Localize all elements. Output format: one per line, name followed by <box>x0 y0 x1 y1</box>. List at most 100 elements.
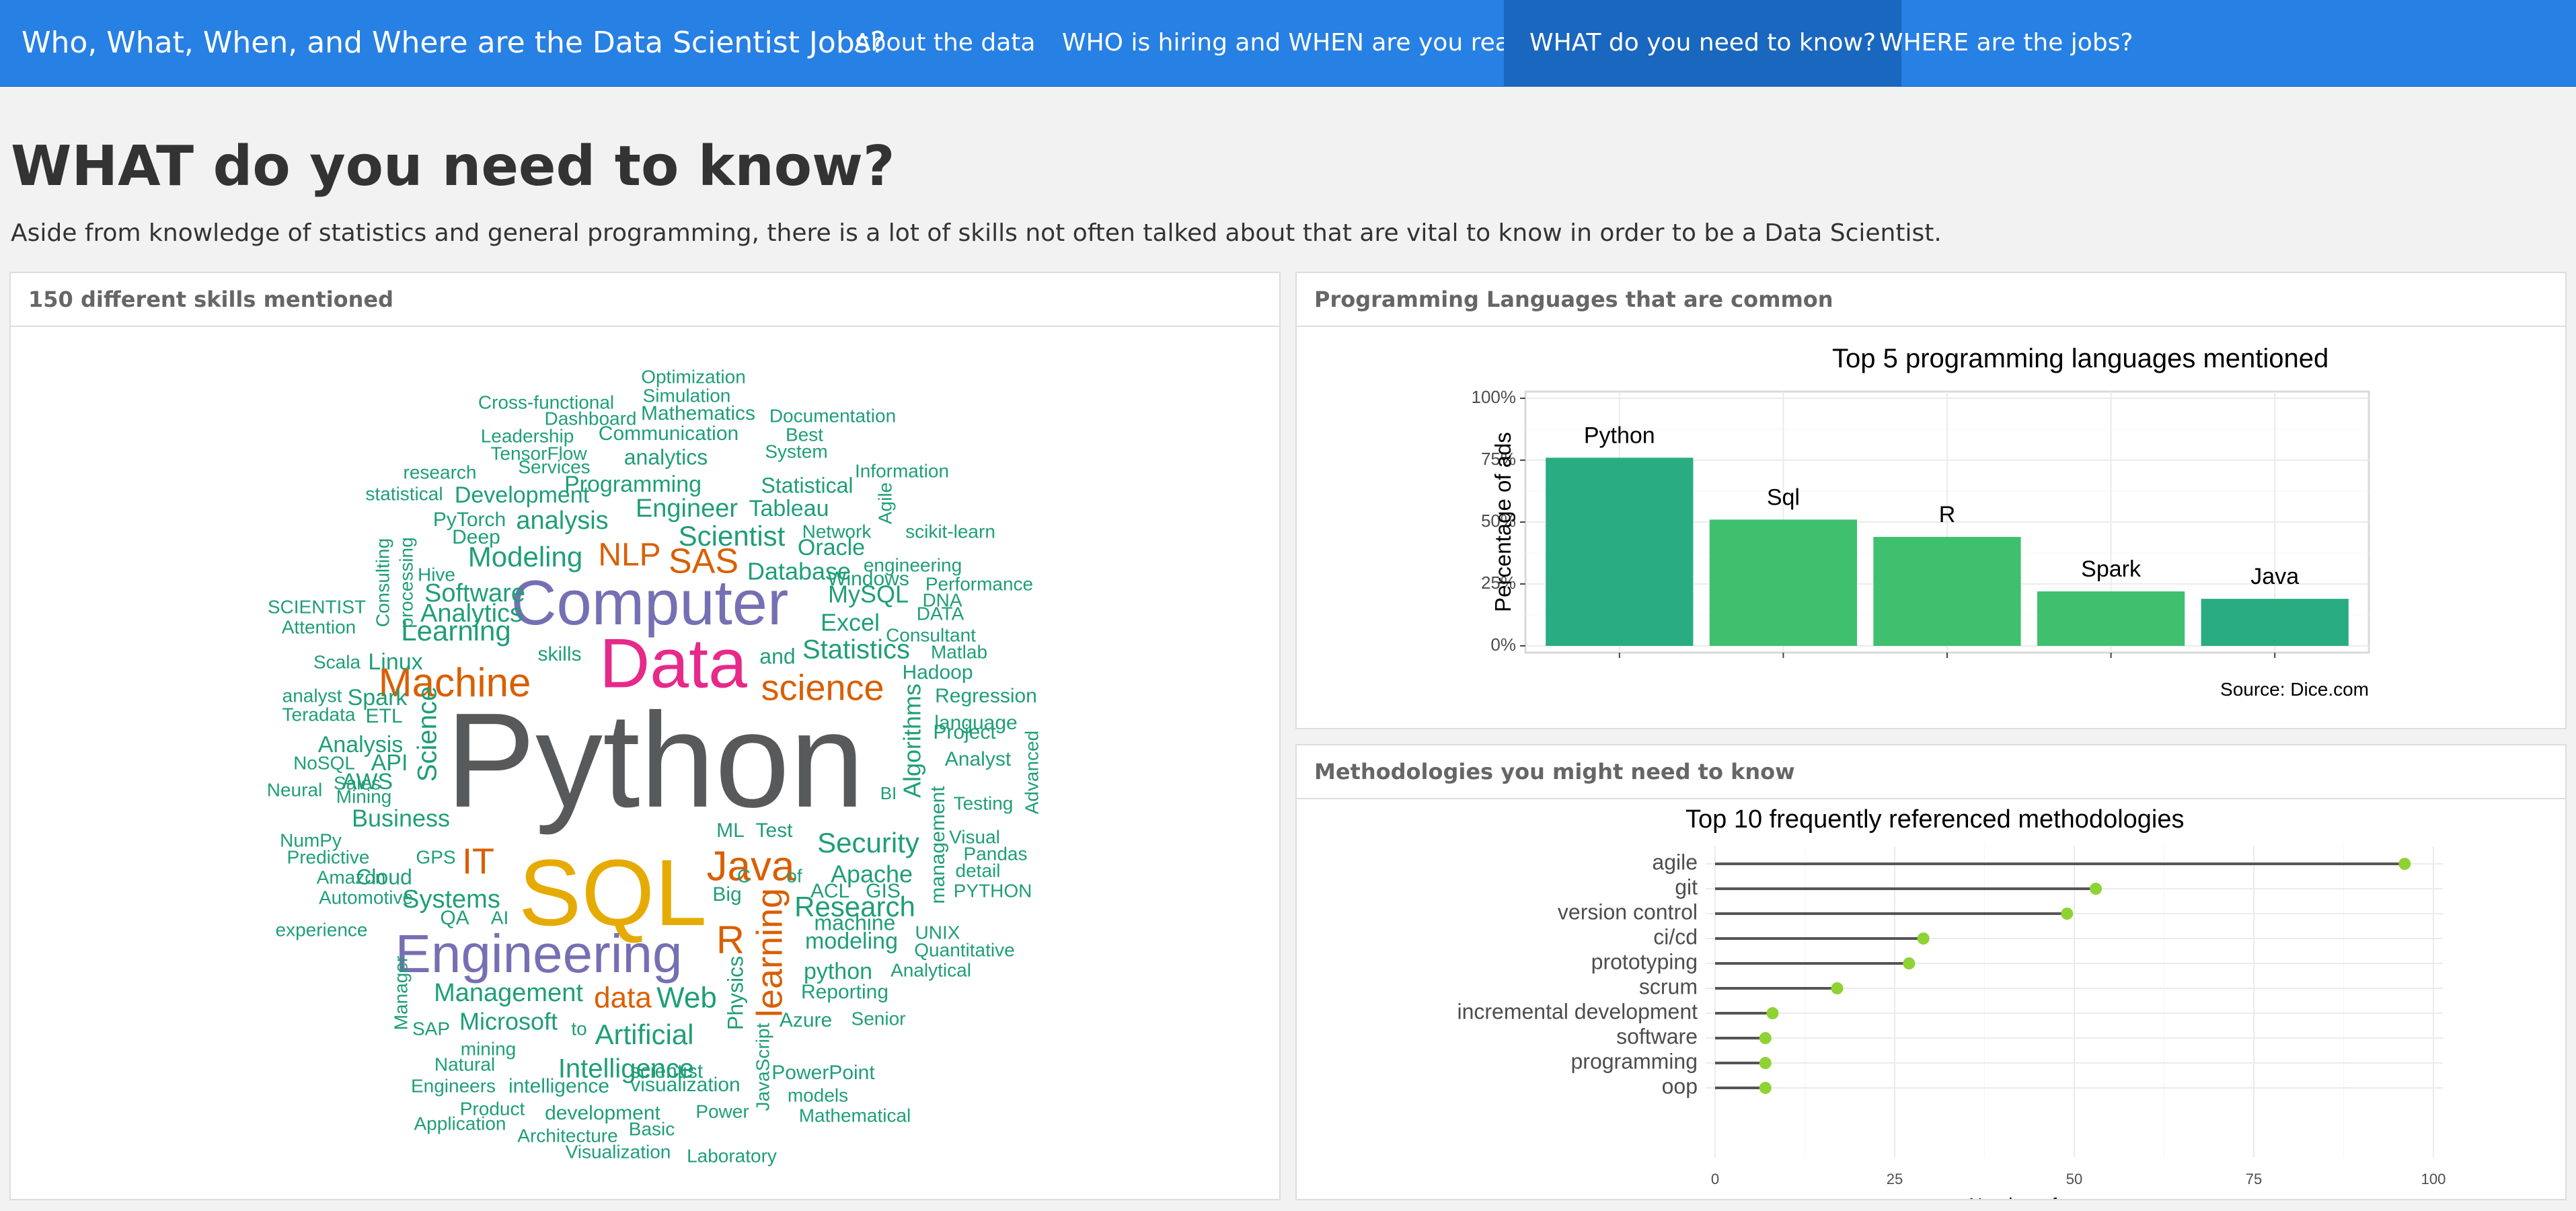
wordcloud-word: PYTHON <box>954 880 1032 901</box>
wordcloud-word: Power <box>695 1101 749 1122</box>
wordcloud-word: Physics <box>723 956 747 1030</box>
wordcloud-word: science <box>761 667 884 708</box>
tab-what[interactable]: WHAT do you need to know? <box>1504 0 1902 86</box>
wordcloud-word: scientist <box>630 1060 704 1082</box>
wordcloud-word: Architecture <box>517 1125 617 1146</box>
wordcloud-word: Senior <box>851 1008 906 1029</box>
wordcloud-word: Consulting <box>372 538 393 627</box>
bar-y-tick-label: 0% <box>1490 634 1516 655</box>
wordcloud-word: Application <box>414 1113 506 1134</box>
tab-about-the-data[interactable]: About the data <box>829 0 1061 86</box>
wordcloud-word: management <box>927 786 949 904</box>
page-subtitle: Aside from knowledge of statistics and g… <box>11 219 1942 247</box>
wordcloud-word: Engineering <box>395 924 683 984</box>
wordcloud-word: to <box>571 1018 586 1039</box>
lollipop-y-label: incremental development <box>1457 999 1698 1023</box>
wordcloud-word: experience <box>276 919 368 940</box>
wordcloud-word: Science <box>413 686 443 782</box>
wordcloud-word: detail <box>956 860 1001 881</box>
bar-chart-title: Top 5 programming languages mentioned <box>1832 344 2328 373</box>
lollipop-point <box>1766 1007 1779 1019</box>
bar <box>2201 599 2349 646</box>
wordcloud-word: Big <box>712 883 741 906</box>
wordcloud-word: and <box>759 644 795 668</box>
wordcloud-word: ETL <box>365 705 402 727</box>
bar-data-label: R <box>1939 502 1956 527</box>
methods-lollipop-chart: 0 25 50 75 100agilegitversion controlci/cdpr… <box>1457 805 2446 1211</box>
wordcloud-word: Mathematical <box>799 1105 911 1126</box>
skills-wordcloud: PythonSQLDataComputerEngineeringMachineJ… <box>267 366 1043 1166</box>
wordcloud-word: Services <box>518 456 590 477</box>
wordcloud-word: Deep <box>452 526 500 548</box>
tab-who-when[interactable]: WHO is hiring and WHEN are you ready? <box>1036 0 1578 86</box>
wordcloud-word: Linux <box>368 649 422 675</box>
wordcloud-word: Engineer <box>636 494 738 523</box>
wordcloud-word: Simulation <box>643 385 731 406</box>
wordcloud-word: SCIENTIST <box>268 596 366 617</box>
bar <box>2037 591 2185 646</box>
wordcloud-word: Algorithms <box>899 684 926 798</box>
navbar: Who, What, When, and Where are the Data … <box>0 0 2576 87</box>
wordcloud-word: Scientist <box>679 520 786 552</box>
bar <box>1546 457 1694 646</box>
wordcloud-word: Advanced <box>1021 731 1042 815</box>
languages-box-title: Programming Languages that are common <box>1297 273 2565 327</box>
wordcloud-word: R <box>716 918 745 961</box>
bar-data-label: Python <box>1584 423 1655 448</box>
lollipop-point <box>1903 957 1916 969</box>
wordcloud-word: IT <box>462 841 494 881</box>
wordcloud-word: Hadoop <box>902 661 973 684</box>
wordcloud-word: Analyst <box>945 748 1012 770</box>
wordcloud-word: Analytics <box>420 599 523 628</box>
lollipop-y-label: scrum <box>1639 974 1698 998</box>
app-title[interactable]: Who, What, When, and Where are the Data … <box>22 0 886 86</box>
wordcloud-word: Attention <box>282 616 356 637</box>
lollipop-y-label: software <box>1616 1024 1698 1048</box>
wordcloud-word: Information <box>855 460 949 481</box>
wordcloud-word: Quantitative <box>914 939 1014 960</box>
lollipop-point <box>1759 1082 1772 1094</box>
wordcloud-word: Analytical <box>891 959 971 980</box>
wordcloud-word: GPS <box>416 846 455 867</box>
wordcloud-word: Teradata <box>282 704 356 725</box>
wordcloud-word: Basic <box>629 1118 675 1139</box>
wordcloud-word: GIS <box>866 880 901 902</box>
wordcloud-word: Hive <box>418 564 455 585</box>
wordcloud-word: Agile <box>874 482 895 524</box>
lollipop-point <box>1759 1032 1772 1044</box>
wordcloud-word: Statistical <box>761 473 854 497</box>
wordcloud-word: Test <box>755 819 793 842</box>
wordcloud-word: Tableau <box>749 496 829 521</box>
lollipop-point <box>1759 1057 1772 1069</box>
wordcloud-word: Business <box>352 805 450 832</box>
wordcloud-word: NLP <box>598 538 660 573</box>
wordcloud-word: language <box>934 712 1017 734</box>
wordcloud-word: API <box>371 750 408 776</box>
wordcloud-word: scikit-learn <box>905 521 995 542</box>
methods-box-title: Methodologies you might need to know <box>1297 745 2565 799</box>
wordcloud-word: Development <box>455 482 590 508</box>
wordcloud-word: NumPy <box>280 830 342 850</box>
wordcloud-word: AI <box>491 907 508 928</box>
lollipop-x-tick-label: 100 <box>2421 1171 2446 1187</box>
languages-bar-chart: 0%25%50%75%100%PythonSqlRSpark JavaTop 5 … <box>1472 344 2370 700</box>
wordcloud-word: analysis <box>516 507 608 535</box>
lollipop-y-label: agile <box>1652 850 1698 874</box>
tab-where[interactable]: WHERE are the jobs? <box>1854 0 2159 86</box>
page-title: WHAT do you need to know? <box>11 135 895 198</box>
wordcloud-word: processing <box>395 537 416 628</box>
lollipop-chart-title: Top 10 frequently referenced methodologi… <box>1685 805 2184 834</box>
wordcloud-word: Azure <box>780 1009 832 1031</box>
wordcloud-word: DATA <box>917 603 964 624</box>
wordcloud-box-title: 150 different skills mentioned <box>11 273 1279 327</box>
wordcloud-word: Reporting <box>801 981 888 1003</box>
wordcloud-word: Manager <box>390 956 411 1031</box>
wordcloud-word: PowerPoint <box>771 1062 875 1084</box>
wordcloud-word: SAP <box>412 1018 450 1039</box>
wordcloud-word: learning <box>749 888 790 1017</box>
wordcloud-word: of <box>786 865 802 886</box>
lollipop-x-tick-label: 0 <box>1711 1171 1719 1187</box>
wordcloud-word: Artificial <box>595 1019 693 1050</box>
wordcloud-word: statistical <box>365 483 443 504</box>
wordcloud-word: Network <box>802 521 872 542</box>
